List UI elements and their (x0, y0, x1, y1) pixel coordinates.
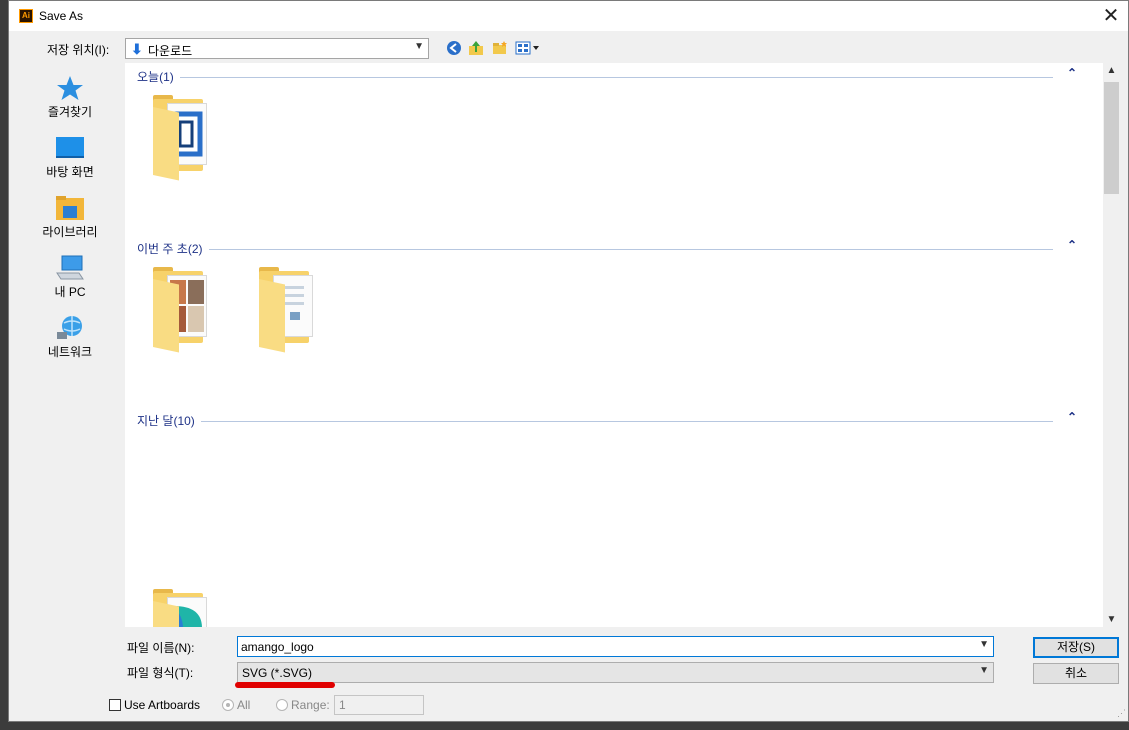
save-location-label: 저장 위치(I): (47, 43, 110, 57)
file-name-combo[interactable]: ▼ (237, 636, 994, 657)
file-type-value: SVG (*.SVG) (242, 666, 313, 680)
group-divider (137, 249, 1053, 250)
scroll-thumb[interactable] (1104, 82, 1119, 194)
folder-front (153, 279, 179, 353)
new-folder-icon[interactable] (491, 40, 509, 56)
star-icon (55, 75, 85, 101)
window-title: Save As (39, 9, 84, 23)
chevron-down-icon[interactable]: ▼ (979, 639, 989, 650)
computer-icon (55, 255, 85, 281)
folder-item[interactable] (149, 265, 213, 353)
range-radio[interactable] (276, 699, 288, 711)
nav-item-desktop[interactable]: 바탕 화면 (17, 135, 123, 180)
folder-item[interactable] (255, 265, 319, 353)
folder-item[interactable] (149, 587, 213, 627)
chevron-up-icon[interactable]: ⌃ (1067, 66, 1077, 80)
folder-front (259, 279, 285, 353)
file-list-view[interactable]: 오늘(1) ⌃ 이번 주 초(2) ⌃ 지난 달(10) ⌃ (125, 63, 1103, 627)
save-as-dialog: Ai Save As ✕ 저장 위치(I): ⬇ 다운로드 ▼ 즐겨찾기 바탕 … (8, 0, 1129, 722)
nav-item-libraries[interactable]: 라이브러리 (17, 195, 123, 240)
group-title: 지난 달(10) (137, 412, 201, 429)
nav-item-favorites[interactable]: 즐겨찾기 (17, 75, 123, 120)
group-divider (137, 421, 1053, 422)
library-icon (55, 195, 85, 221)
file-type-dropdown[interactable]: SVG (*.SVG) ▼ (237, 662, 994, 683)
nav-item-label: 바탕 화면 (46, 165, 94, 179)
nav-item-label: 라이브러리 (42, 225, 98, 239)
view-menu-icon[interactable] (515, 40, 541, 56)
chevron-up-icon[interactable]: ⌃ (1067, 238, 1077, 252)
scroll-up-icon[interactable]: ▲ (1103, 65, 1120, 76)
chevron-down-icon: ▼ (414, 41, 424, 52)
scroll-down-icon[interactable]: ▼ (1103, 614, 1120, 625)
file-name-label: 파일 이름(N): (127, 641, 195, 655)
illustrator-app-icon: Ai (19, 9, 33, 23)
group-header-last-month[interactable]: 지난 달(10) ⌃ (137, 410, 1077, 429)
folder-front (153, 107, 179, 181)
vertical-scrollbar[interactable]: ▲ ▼ (1103, 63, 1120, 627)
title-bar: Ai Save As ✕ (9, 1, 1128, 31)
network-icon (55, 315, 85, 341)
save-button[interactable]: 저장(S) (1033, 637, 1119, 658)
save-location-value: 다운로드 (148, 44, 193, 58)
annotation-underline (235, 682, 335, 688)
save-location-dropdown[interactable]: ⬇ 다운로드 ▼ (125, 38, 429, 59)
nav-item-label: 즐겨찾기 (47, 105, 93, 119)
group-header-today[interactable]: 오늘(1) ⌃ (137, 66, 1077, 85)
nav-item-this-pc[interactable]: 내 PC (17, 255, 123, 300)
use-artboards-label: Use Artboards (124, 698, 201, 712)
all-label: All (237, 698, 251, 712)
navigation-pane: 즐겨찾기 바탕 화면 라이브러리 내 PC 네트워크 (17, 63, 123, 683)
back-icon[interactable] (445, 40, 463, 56)
all-radio[interactable] (222, 699, 234, 711)
file-type-label: 파일 형식(T): (127, 666, 194, 680)
downloads-arrow-icon: ⬇ (131, 41, 143, 57)
nav-item-network[interactable]: 네트워크 (17, 315, 123, 360)
group-divider (137, 77, 1053, 78)
folder-front (153, 601, 179, 627)
close-button[interactable]: ✕ (1094, 1, 1128, 31)
group-title: 오늘(1) (137, 68, 180, 85)
desktop-icon (55, 135, 85, 161)
chevron-up-icon[interactable]: ⌃ (1067, 410, 1077, 424)
folder-item[interactable] (149, 93, 213, 181)
group-title: 이번 주 초(2) (137, 240, 209, 257)
use-artboards-checkbox[interactable] (109, 699, 121, 711)
nav-item-label: 내 PC (54, 285, 86, 299)
resize-grip-icon[interactable]: ⋰ (1117, 708, 1126, 719)
group-header-this-week[interactable]: 이번 주 초(2) ⌃ (137, 238, 1077, 257)
chevron-down-icon: ▼ (979, 665, 989, 676)
range-input[interactable]: 1 (334, 695, 424, 715)
cancel-button[interactable]: 취소 (1033, 663, 1119, 684)
nav-item-label: 네트워크 (47, 345, 93, 359)
file-name-input[interactable] (241, 638, 961, 655)
up-folder-icon[interactable] (467, 40, 485, 56)
range-label: Range: (291, 698, 330, 712)
